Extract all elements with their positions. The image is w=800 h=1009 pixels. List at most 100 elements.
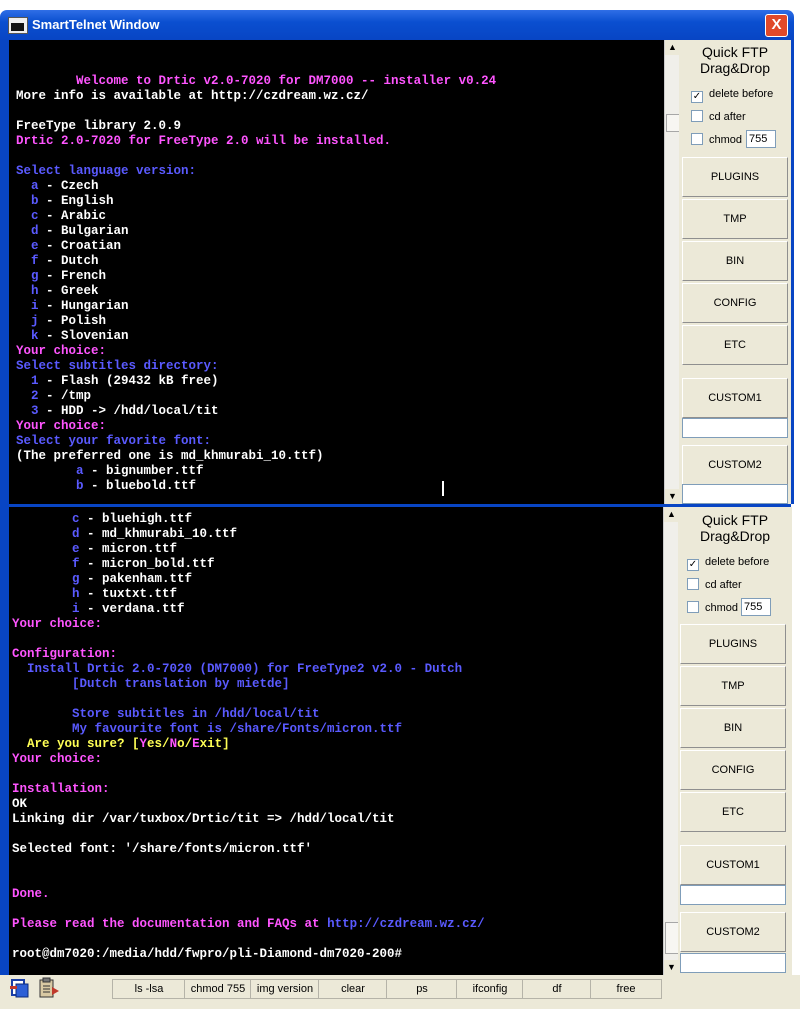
terminal-text: - Bulgarian bbox=[38, 224, 129, 238]
config-button[interactable]: CONFIG bbox=[682, 283, 788, 323]
terminal-text: Selected font: '/share/fonts/micron.ttf' bbox=[12, 842, 313, 856]
terminal-text: - /tmp bbox=[38, 389, 92, 403]
terminal-line: i - Hungarian bbox=[16, 299, 129, 314]
terminal-text: d bbox=[12, 527, 80, 541]
terminal-text: N bbox=[169, 737, 178, 751]
checkbox-box[interactable] bbox=[687, 601, 699, 613]
custom2-input[interactable] bbox=[682, 484, 788, 504]
custom2-input[interactable] bbox=[680, 953, 786, 973]
clipboard-icon[interactable] bbox=[38, 977, 59, 999]
terminal-top-scrollbar[interactable]: ▲ ▼ bbox=[664, 40, 681, 504]
terminal-text: 2 bbox=[16, 389, 39, 403]
chmod-value-input[interactable]: 755 bbox=[741, 598, 771, 616]
terminal-line: Your choice: bbox=[16, 419, 106, 434]
scroll-down-arrow-icon[interactable]: ▼ bbox=[664, 960, 679, 975]
delete-before-checkbox[interactable]: ✓ delete before bbox=[691, 88, 773, 103]
df-button[interactable]: df bbox=[522, 979, 592, 999]
terminal-text: Select your favorite font: bbox=[16, 434, 212, 448]
terminal-text: - pakenham.ttf bbox=[79, 572, 193, 586]
app-icon bbox=[8, 17, 28, 34]
terminal-line: OK bbox=[12, 797, 27, 812]
terminal-text: 1 bbox=[16, 374, 39, 388]
custom1-input[interactable] bbox=[682, 418, 788, 438]
etc-button[interactable]: ETC bbox=[680, 792, 786, 832]
close-button[interactable]: X bbox=[765, 14, 788, 37]
etc-button[interactable]: ETC bbox=[682, 325, 788, 365]
plugins-button[interactable]: PLUGINS bbox=[682, 157, 788, 197]
terminal-line: Please read the documentation and FAQs a… bbox=[12, 917, 485, 932]
terminal-text: i bbox=[12, 602, 80, 616]
checkbox-box[interactable] bbox=[687, 578, 699, 590]
terminal-top[interactable]: Welcome to Drtic v2.0-7020 for DM7000 --… bbox=[9, 40, 664, 504]
checkbox-box[interactable] bbox=[691, 133, 703, 145]
ls-lsa-button[interactable]: ls -lsa bbox=[112, 979, 186, 999]
checkbox-box[interactable] bbox=[691, 110, 703, 122]
plugins-button[interactable]: PLUGINS bbox=[680, 624, 786, 664]
cd-after-checkbox[interactable]: cd after bbox=[691, 110, 746, 123]
delete-before-checkbox[interactable]: ✓ delete before bbox=[687, 556, 769, 571]
custom1-button[interactable]: CUSTOM1 bbox=[682, 378, 788, 418]
terminal-text: Your choice: bbox=[16, 419, 107, 433]
free-button[interactable]: free bbox=[590, 979, 662, 999]
terminal-text: - bluehigh.ttf bbox=[79, 512, 193, 526]
terminal-line: 1 - Flash (29432 kB free) bbox=[16, 374, 219, 389]
terminal-line: Your choice: bbox=[16, 344, 106, 359]
terminal-line: Are you sure? [Yes/No/Exit] bbox=[12, 737, 230, 752]
scroll-down-arrow-icon[interactable]: ▼ bbox=[665, 489, 680, 504]
terminal-bottom[interactable]: c - bluehigh.ttf d - md_khmurabi_10.ttf … bbox=[9, 507, 663, 975]
tmp-button[interactable]: TMP bbox=[682, 199, 788, 239]
terminal-line: Select language version: bbox=[16, 164, 196, 179]
chmod-755-button[interactable]: chmod 755 bbox=[184, 979, 252, 999]
scroll-up-arrow-icon[interactable]: ▲ bbox=[664, 507, 679, 522]
terminal-line: 3 - HDD -> /hdd/local/tit bbox=[16, 404, 219, 419]
config-button[interactable]: CONFIG bbox=[680, 750, 786, 790]
connect-icon[interactable] bbox=[10, 977, 30, 999]
delete-before-label: delete before bbox=[709, 88, 774, 100]
custom1-button[interactable]: CUSTOM1 bbox=[680, 845, 786, 885]
ifconfig-button[interactable]: ifconfig bbox=[456, 979, 524, 999]
terminal-text: Linking dir /var/tuxbox/Drtic/tit => /hd… bbox=[12, 812, 395, 826]
chmod-checkbox[interactable]: chmod bbox=[691, 133, 742, 146]
terminal-line: Install Drtic 2.0-7020 (DM7000) for Free… bbox=[12, 662, 462, 677]
terminal-text: k bbox=[16, 329, 39, 343]
terminal-text: f bbox=[12, 557, 80, 571]
cd-after-checkbox[interactable]: cd after bbox=[687, 578, 742, 591]
checkbox-box[interactable]: ✓ bbox=[687, 559, 699, 571]
scroll-up-arrow-icon[interactable]: ▲ bbox=[665, 40, 680, 55]
terminal-line: d - Bulgarian bbox=[16, 224, 129, 239]
custom2-button[interactable]: CUSTOM2 bbox=[680, 912, 786, 952]
terminal-line: Select your favorite font: bbox=[16, 434, 211, 449]
img-version-button[interactable]: img version bbox=[250, 979, 320, 999]
clear-button[interactable]: clear bbox=[318, 979, 388, 999]
terminal-line: root@dm7020:/media/hdd/fwpro/pli-Diamond… bbox=[12, 947, 402, 962]
window-frame-right bbox=[791, 40, 794, 504]
terminal-text: d bbox=[16, 224, 39, 238]
chmod-value-input[interactable]: 755 bbox=[746, 130, 776, 148]
custom2-button[interactable]: CUSTOM2 bbox=[682, 445, 788, 485]
terminal-line: My favourite font is /share/Fonts/micron… bbox=[12, 722, 402, 737]
title-bar[interactable]: SmartTelnet Window X bbox=[0, 10, 794, 40]
checkbox-box[interactable]: ✓ bbox=[691, 91, 703, 103]
terminal-text: - Arabic bbox=[38, 209, 107, 223]
quick-ftp-panel-top: Quick FTP Drag&Drop ✓ delete before cd af… bbox=[679, 40, 791, 504]
tmp-button[interactable]: TMP bbox=[680, 666, 786, 706]
bottom-toolbar: ls -lsa chmod 755 img version clear ps i… bbox=[0, 975, 800, 1009]
terminal-text: Configuration: bbox=[12, 647, 118, 661]
terminal-text: b bbox=[16, 479, 84, 493]
terminal-text: f bbox=[16, 254, 39, 268]
terminal-text: - Slovenian bbox=[38, 329, 129, 343]
ps-button[interactable]: ps bbox=[386, 979, 458, 999]
terminal-text: - bignumber.ttf bbox=[83, 464, 204, 478]
terminal-text: - Dutch bbox=[38, 254, 99, 268]
custom1-input[interactable] bbox=[680, 885, 786, 905]
terminal-bottom-scrollbar[interactable]: ▲ ▼ bbox=[663, 507, 680, 975]
bin-button[interactable]: BIN bbox=[680, 708, 786, 748]
chmod-checkbox[interactable]: chmod bbox=[687, 601, 738, 614]
terminal-text: Install Drtic 2.0-7020 (DM7000) for Free… bbox=[12, 662, 463, 676]
terminal-text: h bbox=[16, 284, 39, 298]
bin-button[interactable]: BIN bbox=[682, 241, 788, 281]
terminal-text: Done. bbox=[12, 887, 50, 901]
terminal-text: Y bbox=[139, 737, 148, 751]
terminal-text: OK bbox=[12, 797, 28, 811]
terminal-line: f - Dutch bbox=[16, 254, 99, 269]
